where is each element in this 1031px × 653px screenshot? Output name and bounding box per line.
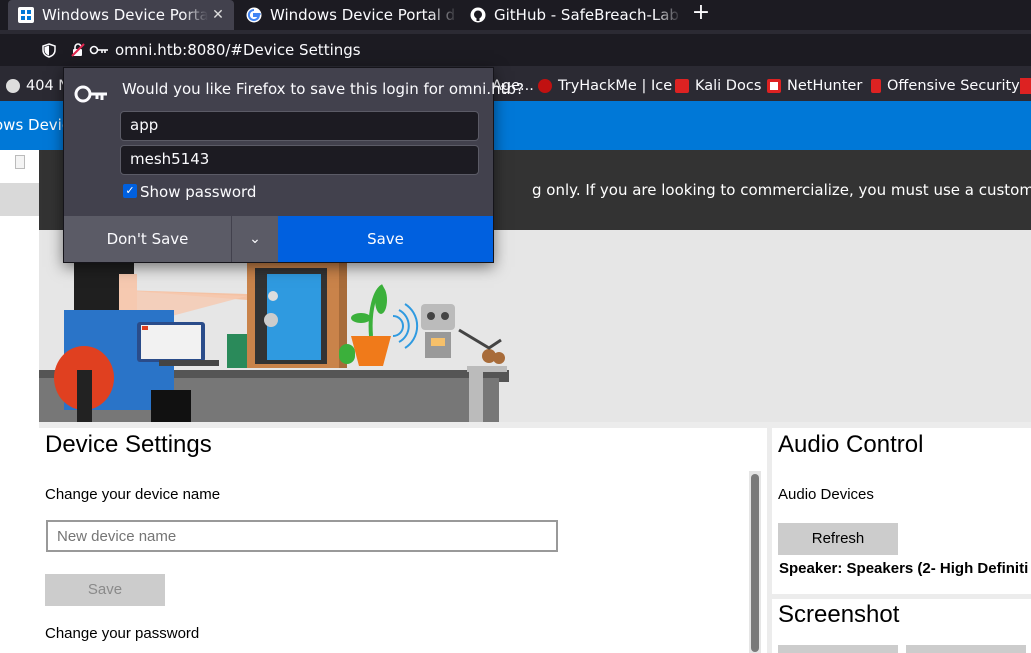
show-password-checkbox[interactable]: ✓ xyxy=(123,184,137,198)
save-device-name-button[interactable]: Save xyxy=(45,574,165,606)
screenshot-secondary-button[interactable] xyxy=(906,645,1026,653)
bookmark-offensive-security[interactable]: Offensive Security xyxy=(871,78,1020,94)
nethunter-icon xyxy=(767,79,781,93)
screenshot-title: Screenshot xyxy=(778,601,900,628)
wdp-icon xyxy=(18,7,34,23)
insecure-lock-icon[interactable] xyxy=(70,42,86,58)
bookmark-overflow-icon[interactable] xyxy=(1020,78,1031,94)
dont-save-button[interactable]: Don't Save xyxy=(64,216,231,262)
speaker-info: Speaker: Speakers (2- High Definiti xyxy=(779,560,1029,577)
left-nav-selected-item[interactable] xyxy=(0,183,39,216)
more-options-button[interactable]: ⌄ xyxy=(232,216,278,262)
tab-label: GitHub - SafeBreach-Lab xyxy=(494,6,679,24)
key-icon[interactable] xyxy=(89,44,109,56)
username-field[interactable]: app xyxy=(120,111,479,141)
key-icon xyxy=(74,85,107,103)
device-name-input[interactable] xyxy=(46,520,558,552)
password-field[interactable]: mesh5143 xyxy=(120,145,479,175)
tab-label: Windows Device Portal d xyxy=(270,6,456,24)
bookmark-label: Offensive Security xyxy=(887,78,1020,94)
bookmark-kali-docs[interactable]: Kali Docs xyxy=(675,78,761,94)
google-icon xyxy=(246,7,262,23)
close-icon[interactable]: ✕ xyxy=(208,7,228,23)
globe-icon xyxy=(6,79,20,93)
banner-text: g only. If you are looking to commercial… xyxy=(532,181,1031,199)
save-login-question: Would you like Firefox to save this logi… xyxy=(122,80,524,98)
left-nav xyxy=(0,150,39,653)
audio-control-title: Audio Control xyxy=(778,431,924,458)
save-login-button[interactable]: Save xyxy=(278,216,493,262)
tab-windows-device-portal-docs[interactable]: Windows Device Portal d xyxy=(236,0,458,30)
scrollbar-thumb[interactable] xyxy=(751,474,759,652)
bookmark-404[interactable]: 404 N xyxy=(6,78,69,94)
panel-scrollbar[interactable] xyxy=(749,471,761,653)
url-text[interactable]: omni.htb:8080/#Device Settings xyxy=(115,41,361,59)
refresh-audio-button[interactable]: Refresh xyxy=(778,523,898,555)
audio-devices-label: Audio Devices xyxy=(778,486,874,503)
bookmark-label: Kali Docs xyxy=(695,78,762,94)
device-settings-title: Device Settings xyxy=(45,431,212,458)
shield-icon[interactable] xyxy=(42,43,56,58)
show-password-label[interactable]: Show password xyxy=(140,183,256,201)
change-password-label: Change your password xyxy=(45,625,200,642)
kali-icon xyxy=(675,79,689,93)
tab-github[interactable]: GitHub - SafeBreach-Lab xyxy=(460,0,682,30)
tryhackme-icon xyxy=(538,79,552,93)
new-tab-icon[interactable]: + xyxy=(690,2,712,25)
chevron-down-icon: ⌄ xyxy=(249,231,261,247)
github-icon xyxy=(470,7,486,23)
offsec-icon xyxy=(871,79,881,93)
bookmark-label: NetHunter xyxy=(787,78,863,94)
bookmark-nethunter[interactable]: NetHunter xyxy=(767,78,862,94)
tab-windows-device-portal[interactable]: Windows Device Portal ✕ xyxy=(8,0,234,30)
device-name-label: Change your device name xyxy=(45,486,221,503)
screenshot-button[interactable] xyxy=(778,645,898,653)
bookmark-tryhackme[interactable]: TryHackMe | Ice xyxy=(538,78,672,94)
collapse-nav-icon[interactable] xyxy=(15,155,25,169)
tab-label: Windows Device Portal xyxy=(42,6,208,24)
bookmark-label: TryHackMe | Ice xyxy=(558,78,673,94)
